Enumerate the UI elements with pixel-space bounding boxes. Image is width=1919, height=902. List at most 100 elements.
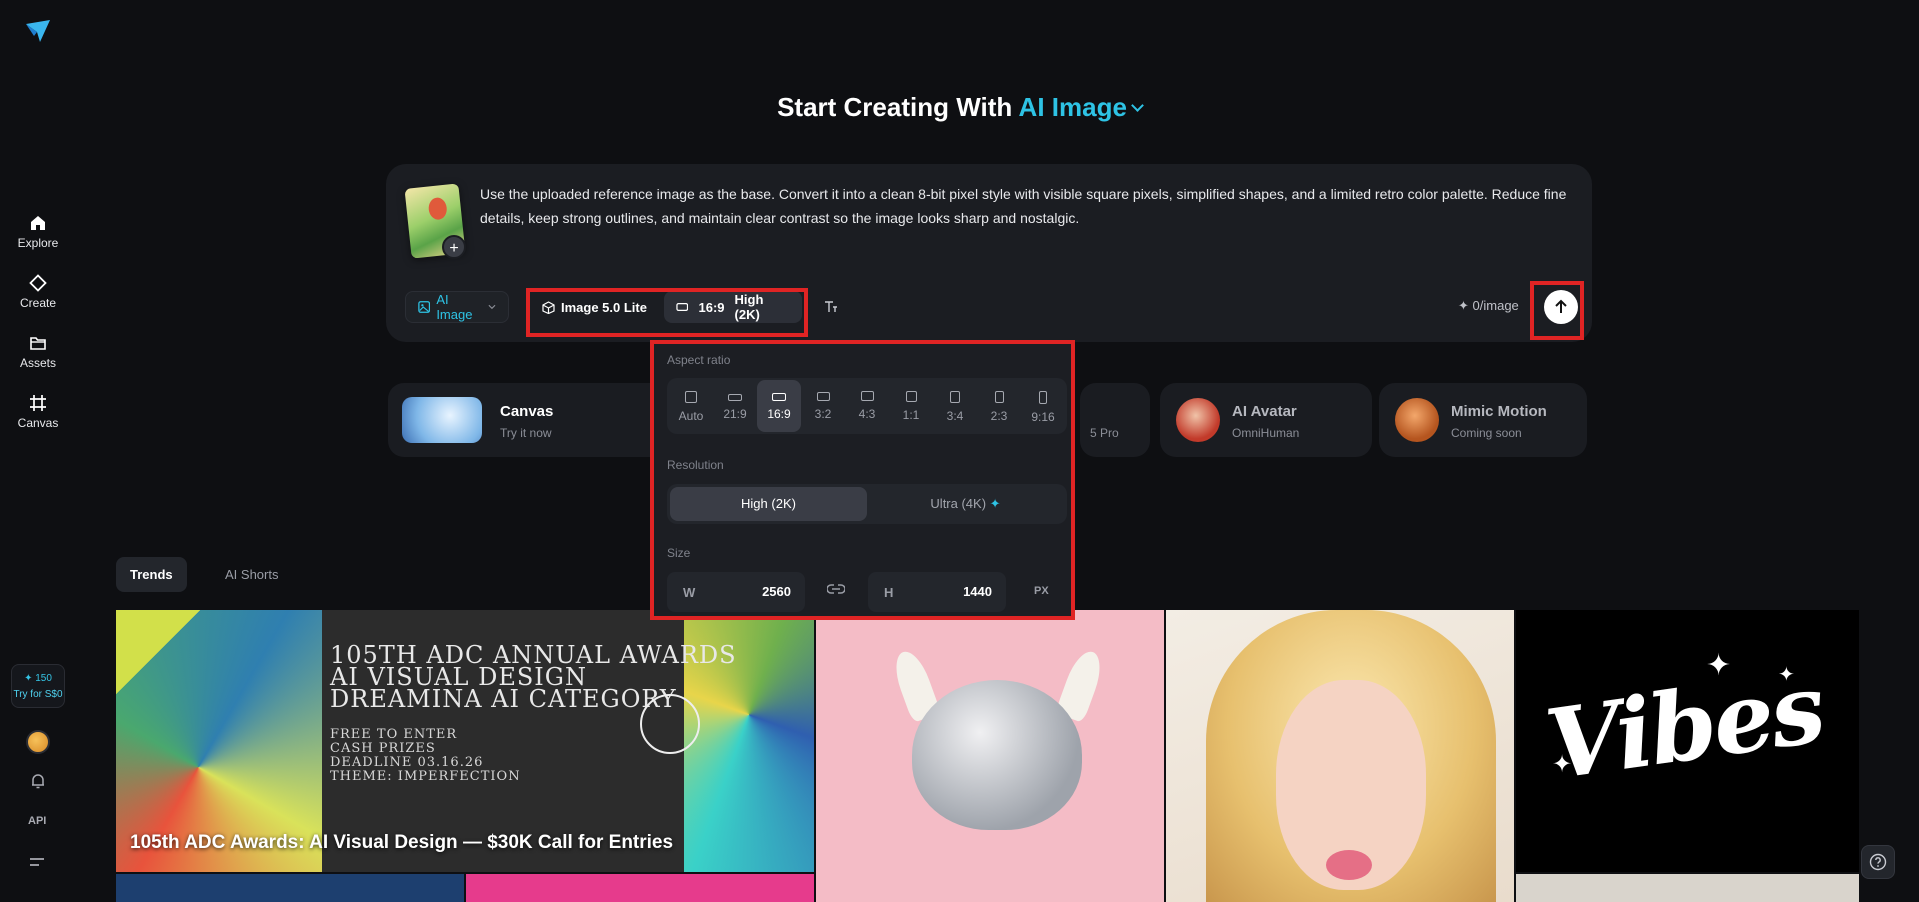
ratio-option-1-1[interactable]: 1:1 bbox=[889, 380, 933, 432]
mode-selector[interactable]: AI Image bbox=[1018, 92, 1144, 122]
gallery-tile[interactable] bbox=[466, 874, 814, 902]
sidebar-item-explore[interactable]: Explore bbox=[0, 214, 76, 250]
tab-ai-shorts[interactable]: AI Shorts bbox=[211, 557, 292, 592]
size-label: Size bbox=[667, 546, 691, 560]
adc-detail-line: FREE TO ENTER bbox=[330, 727, 458, 742]
ratio-2-3-icon bbox=[994, 391, 1004, 403]
feature-subtitle: OmniHuman bbox=[1232, 426, 1300, 440]
resolution-option-high[interactable]: High (2K) bbox=[670, 487, 867, 521]
menu-icon[interactable] bbox=[29, 855, 45, 869]
ratio-label: 3:4 bbox=[946, 409, 964, 423]
link-icon[interactable] bbox=[827, 584, 845, 594]
ratio-option-21-9[interactable]: 21:9 bbox=[713, 380, 757, 432]
text-style-button[interactable] bbox=[816, 291, 846, 323]
ratio-option-4-3[interactable]: 4:3 bbox=[845, 380, 889, 432]
diamond-icon bbox=[29, 274, 47, 292]
feature-card-canvas[interactable]: Canvas Try it now bbox=[388, 383, 694, 457]
width-field[interactable]: W 2560 bbox=[667, 572, 805, 612]
sidebar-item-label: Explore bbox=[17, 236, 59, 250]
sidebar-item-assets[interactable]: Assets bbox=[0, 334, 76, 370]
help-button[interactable] bbox=[1861, 845, 1895, 879]
lips-shape bbox=[1326, 850, 1372, 880]
sparkle-icon: ✦ bbox=[1706, 649, 1732, 682]
credits-badge[interactable]: ✦ 150 Try for S$0 bbox=[11, 664, 65, 708]
highlight-generate bbox=[1530, 281, 1584, 340]
aspect-ratio-label: Aspect ratio bbox=[667, 353, 731, 367]
ratio-label: 2:3 bbox=[990, 409, 1008, 423]
gallery-tile-portrait[interactable] bbox=[1166, 610, 1514, 902]
ratio-3-2-icon bbox=[816, 392, 830, 401]
ratio-option-3-4[interactable]: 3:4 bbox=[933, 380, 977, 432]
sidebar-item-label: Assets bbox=[19, 356, 56, 370]
user-avatar[interactable] bbox=[26, 730, 50, 754]
ratio-3-4-icon bbox=[950, 391, 960, 403]
bell-icon[interactable] bbox=[29, 772, 47, 790]
resolution-option-label: Ultra (4K) bbox=[930, 496, 987, 511]
resolution-options: High (2K) Ultra (4K) ✦ bbox=[667, 484, 1067, 524]
feature-card-mimic-motion[interactable]: Mimic Motion Coming soon bbox=[1379, 383, 1587, 457]
sidebar-item-canvas[interactable]: Canvas bbox=[0, 394, 76, 430]
mode-selector-label: AI Image bbox=[1018, 92, 1127, 122]
gallery-tile-adc-awards[interactable]: 105TH ADC ANNUAL AWARDS AI VISUAL DESIGN… bbox=[116, 610, 814, 872]
height-field-label: H bbox=[884, 585, 894, 600]
adc-seal-logo bbox=[640, 694, 700, 754]
feature-title: AI Avatar bbox=[1232, 403, 1297, 420]
text-format-icon bbox=[825, 301, 837, 312]
feature-card-hidden[interactable]: 5 Pro bbox=[1080, 383, 1150, 457]
feature-title: Canvas bbox=[500, 403, 554, 420]
ratio-label: 4:3 bbox=[858, 407, 876, 421]
sparkle-icon: ✦ bbox=[1552, 751, 1573, 778]
gallery-tile[interactable] bbox=[1516, 874, 1859, 902]
height-value: 1440 bbox=[963, 584, 992, 599]
sparkle-icon: ✦ bbox=[989, 496, 1001, 511]
api-link[interactable]: API bbox=[28, 815, 46, 827]
sparkle-icon: ✦ bbox=[1778, 664, 1795, 686]
try-offer-link[interactable]: Try for S$0 bbox=[12, 687, 64, 703]
ratio-option-auto[interactable]: Auto bbox=[669, 380, 713, 432]
app-logo-icon[interactable] bbox=[24, 18, 52, 44]
gallery-tile-viking-robot[interactable] bbox=[816, 610, 1164, 902]
ratio-option-2-3[interactable]: 2:3 bbox=[977, 380, 1021, 432]
feature-card-ai-avatar[interactable]: AI Avatar OmniHuman bbox=[1160, 383, 1372, 457]
sidebar-item-create[interactable]: Create bbox=[0, 274, 76, 310]
ratio-label: 21:9 bbox=[723, 407, 747, 421]
tile-caption: 105th ADC Awards: AI Visual Design — $30… bbox=[130, 832, 674, 853]
adc-detail-line: DEADLINE 03.16.26 bbox=[330, 755, 484, 770]
add-image-button[interactable]: + bbox=[442, 235, 466, 259]
height-field[interactable]: H 1440 bbox=[868, 572, 1006, 612]
chevron-down-icon bbox=[1131, 99, 1144, 112]
ratio-1-1-icon bbox=[905, 391, 917, 402]
adc-details: FREE TO ENTER CASH PRIZES DEADLINE 03.16… bbox=[330, 728, 521, 784]
mimic-image bbox=[1395, 398, 1439, 442]
aspect-ratio-options: Auto 21:9 16:9 3:2 4:3 1:1 3:4 2:3 9:16 bbox=[667, 378, 1067, 434]
tab-trends[interactable]: Trends bbox=[116, 557, 187, 592]
feature-title: Mimic Motion bbox=[1451, 403, 1547, 420]
prompt-input[interactable]: Use the uploaded reference image as the … bbox=[480, 182, 1570, 230]
pegasus-image bbox=[402, 397, 482, 443]
sparkle-icon: ✦ bbox=[24, 673, 33, 684]
auto-ratio-icon bbox=[685, 391, 697, 403]
ratio-option-16-9[interactable]: 16:9 bbox=[757, 380, 801, 432]
ratio-resolution-panel: Aspect ratio Auto 21:9 16:9 3:2 4:3 1:1 … bbox=[650, 340, 1075, 620]
ratio-4-3-icon bbox=[860, 391, 874, 401]
feature-subtitle: Try it now bbox=[500, 426, 552, 440]
ratio-21-9-icon bbox=[728, 394, 742, 401]
sidebar-item-label: Canvas bbox=[17, 416, 59, 430]
home-icon bbox=[31, 216, 45, 230]
resolution-option-label: High (2K) bbox=[741, 496, 796, 511]
ratio-option-3-2[interactable]: 3:2 bbox=[801, 380, 845, 432]
ratio-label: Auto bbox=[678, 409, 704, 423]
gallery-tile-vibes[interactable]: Vibes ✦ ✦ ✦ bbox=[1516, 610, 1859, 872]
ratio-label: 9:16 bbox=[1031, 410, 1055, 424]
highlight-model-settings bbox=[526, 288, 808, 337]
resolution-option-ultra[interactable]: Ultra (4K) ✦ bbox=[867, 487, 1064, 521]
avatar-image bbox=[1176, 398, 1220, 442]
question-icon bbox=[1869, 853, 1887, 871]
ratio-option-9-16[interactable]: 9:16 bbox=[1021, 380, 1065, 432]
credit-count: 150 bbox=[35, 673, 52, 684]
ratio-label: 1:1 bbox=[902, 408, 920, 422]
width-value: 2560 bbox=[762, 584, 791, 599]
mode-dropdown[interactable]: AI Image bbox=[405, 291, 509, 323]
gallery-tile[interactable] bbox=[116, 874, 464, 902]
width-field-label: W bbox=[683, 585, 696, 600]
